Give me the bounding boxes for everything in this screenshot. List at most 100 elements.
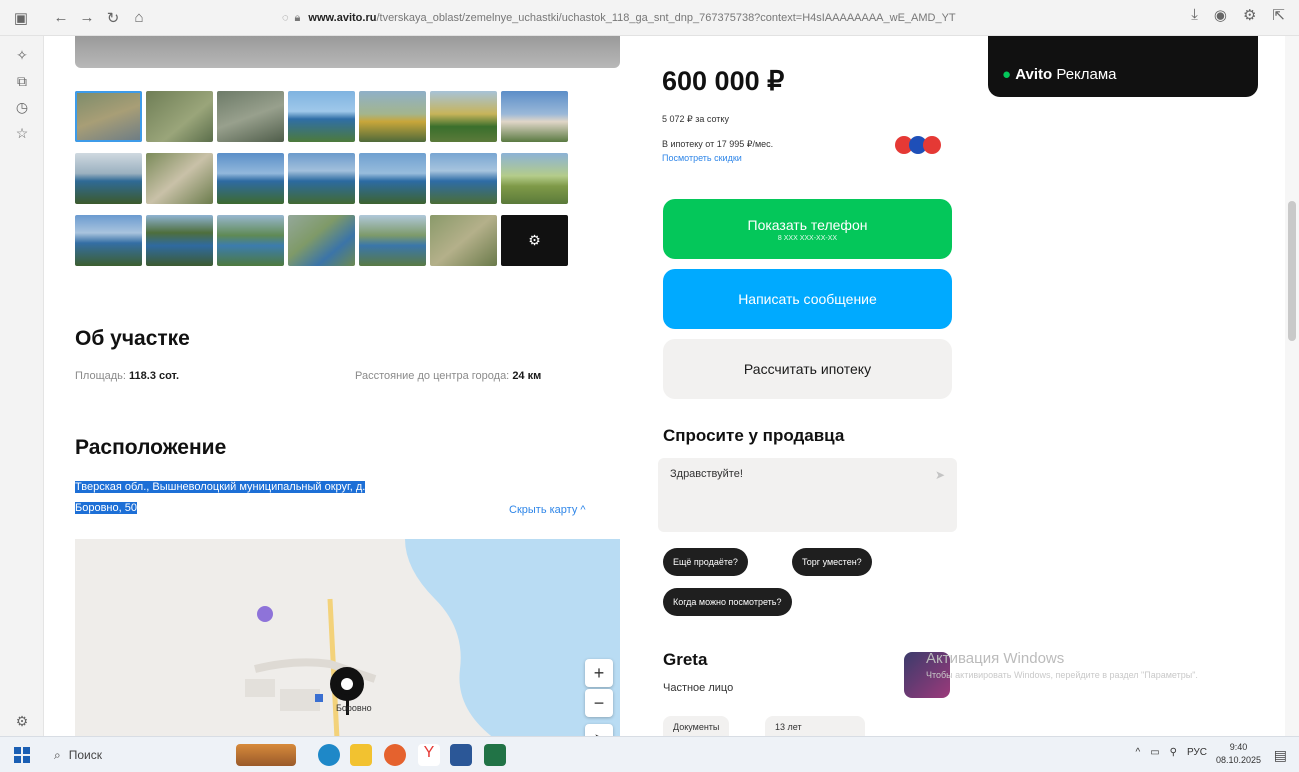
- pin-icon[interactable]: ⇱: [1272, 6, 1285, 24]
- photo-thumb[interactable]: [75, 215, 142, 266]
- back-icon[interactable]: ←: [48, 5, 74, 31]
- map[interactable]: Боровно + − ➤: [75, 539, 620, 736]
- zoom-out-button[interactable]: −: [585, 689, 613, 717]
- calc-mortgage-button[interactable]: Рассчитать ипотеку: [663, 339, 952, 399]
- distance-label: Расстояние до центра города:: [355, 370, 510, 382]
- url-domain: www.avito.ru: [308, 12, 377, 24]
- edge-icon[interactable]: [318, 744, 340, 766]
- quick-question-chip[interactable]: Когда можно посмотреть?: [663, 588, 792, 616]
- price: 600 000 ₽: [662, 66, 785, 96]
- photo-thumb[interactable]: [430, 215, 497, 266]
- clock[interactable]: 9:40 08.10.2025: [1216, 741, 1261, 767]
- bookmark-icon[interactable]: ☆: [0, 120, 44, 146]
- system-tray: ^ ▭ ⚲ РУС: [1135, 747, 1207, 758]
- seller-type: Частное лицо: [663, 682, 734, 694]
- tray-chevron-icon[interactable]: ^: [1135, 747, 1140, 758]
- activation-title: Активация Windows: [926, 650, 1065, 667]
- seller-tag: Документы: [663, 716, 730, 736]
- photo-thumb[interactable]: [288, 153, 355, 204]
- windows-activation: Активация Windows Чтобы активировать Win…: [904, 648, 1264, 718]
- photo-thumb[interactable]: [75, 91, 142, 142]
- ad-brand: Avito: [1015, 66, 1053, 83]
- photo-thumb[interactable]: [146, 153, 213, 204]
- sidebar-toggle-icon[interactable]: ▣: [8, 5, 34, 31]
- discounts-link[interactable]: Посмотреть скидки: [662, 153, 742, 163]
- browser-sidebar: ✧ ⧉ ◷ ☆ ⚙: [0, 36, 44, 736]
- word-icon[interactable]: [450, 744, 472, 766]
- photo-thumb[interactable]: [359, 91, 426, 142]
- message-input[interactable]: Здравствуйте! ➤: [658, 458, 957, 532]
- taskbar-search[interactable]: ⌕ Поиск: [48, 741, 228, 769]
- message-text: Здравствуйте!: [670, 468, 743, 480]
- mortgage-text: В ипотеку от 17 995 ₽/мес.: [662, 139, 774, 149]
- bank-logos-icon: [895, 136, 941, 154]
- activation-subtitle: Чтобы активировать Windows, перейдите в …: [926, 670, 1198, 680]
- tabs-icon[interactable]: ⧉: [0, 68, 44, 94]
- photo-thumb[interactable]: [288, 91, 355, 142]
- firefox-icon[interactable]: [384, 744, 406, 766]
- photo-thumb[interactable]: [359, 153, 426, 204]
- scrollbar-thumb[interactable]: [1288, 201, 1296, 341]
- photo-thumb[interactable]: [430, 153, 497, 204]
- photo-thumb[interactable]: [501, 153, 568, 204]
- reload-icon[interactable]: ↻: [100, 5, 126, 31]
- ad-text: Реклама: [1056, 66, 1117, 83]
- quick-question-chip[interactable]: Торг уместен?: [792, 548, 872, 576]
- history-icon[interactable]: ◷: [0, 94, 44, 120]
- home-icon[interactable]: ⌂: [126, 5, 152, 31]
- file-explorer-icon[interactable]: [350, 744, 372, 766]
- area-label: Площадь:: [75, 370, 126, 382]
- photo-thumb[interactable]: [359, 215, 426, 266]
- windows-start-icon[interactable]: [14, 747, 30, 763]
- photo-thumb[interactable]: [146, 91, 213, 142]
- area-param: Площадь: 118.3 сот.: [75, 370, 179, 382]
- url-path: /tverskaya_oblast/zemelnye_uchastki/ucha…: [376, 12, 956, 24]
- map-place-label: Боровно: [336, 703, 372, 713]
- forward-icon[interactable]: →: [74, 5, 100, 31]
- lock-icon: 🔒︎: [294, 11, 301, 24]
- main-photo[interactable]: [75, 36, 620, 68]
- map-marker-icon: [330, 667, 364, 701]
- show-phone-button[interactable]: Показать телефон 8 XXX XXX-XX-XX: [663, 199, 952, 259]
- locate-icon[interactable]: ➤: [585, 724, 613, 736]
- taskbar: ⌕ Поиск Y ^ ▭ ⚲ РУС 9:40 08.10.2025 ▤: [0, 736, 1299, 772]
- photo-thumb[interactable]: [217, 91, 284, 142]
- zoom-in-button[interactable]: +: [585, 659, 613, 687]
- address-text: Тверская обл., Вышневолоцкий муниципальн…: [75, 477, 475, 519]
- photo-thumb[interactable]: [430, 91, 497, 142]
- address-line1: Тверская обл., Вышневолоцкий муниципальн…: [75, 481, 366, 493]
- photo-thumb[interactable]: [146, 215, 213, 266]
- download-icon[interactable]: ⤓: [1191, 6, 1198, 24]
- quick-question-chip[interactable]: Ещё продаёте?: [663, 548, 748, 576]
- more-photos-button[interactable]: ⚙: [501, 215, 568, 266]
- photo-thumb[interactable]: [288, 215, 355, 266]
- photo-thumb[interactable]: [501, 91, 568, 142]
- page-content: ⚙ Об участке Площадь: 118.3 сот. Расстоя…: [44, 36, 1285, 736]
- send-icon[interactable]: ➤: [935, 468, 945, 482]
- gear-icon: ⚙: [528, 232, 541, 248]
- address-bar[interactable]: ◌ 🔒︎ www.avito.ru /tverskaya_oblast/zeme…: [282, 6, 1042, 30]
- photo-thumb[interactable]: [217, 153, 284, 204]
- notifications-icon[interactable]: ▤: [1274, 747, 1287, 764]
- scrollbar[interactable]: [1285, 36, 1299, 736]
- weather-widget-icon[interactable]: [236, 744, 296, 766]
- battery-icon[interactable]: ▭: [1150, 747, 1159, 758]
- language-indicator[interactable]: РУС: [1187, 747, 1207, 758]
- ai-icon[interactable]: ✧: [0, 42, 44, 68]
- account-icon[interactable]: ◉: [1214, 6, 1227, 24]
- write-message-button[interactable]: Написать сообщение: [663, 269, 952, 329]
- yandex-icon[interactable]: Y: [418, 744, 440, 766]
- about-title: Об участке: [75, 327, 190, 350]
- settings-icon[interactable]: ⚙: [0, 708, 44, 734]
- taskbar-search-label: Поиск: [68, 748, 102, 762]
- network-icon[interactable]: ⚲: [1170, 747, 1177, 758]
- photo-thumb[interactable]: [217, 215, 284, 266]
- seller-name[interactable]: Greta: [663, 650, 707, 670]
- photo-thumb[interactable]: [75, 153, 142, 204]
- show-phone-label: Показать телефон: [747, 216, 868, 233]
- avito-logo-icon: ●: [1002, 66, 1012, 83]
- ad-banner[interactable]: ● Avito Реклама: [988, 36, 1258, 97]
- extensions-icon[interactable]: ⚙: [1243, 6, 1256, 24]
- hide-map-link[interactable]: Скрыть карту ^: [509, 504, 586, 516]
- excel-icon[interactable]: [484, 744, 506, 766]
